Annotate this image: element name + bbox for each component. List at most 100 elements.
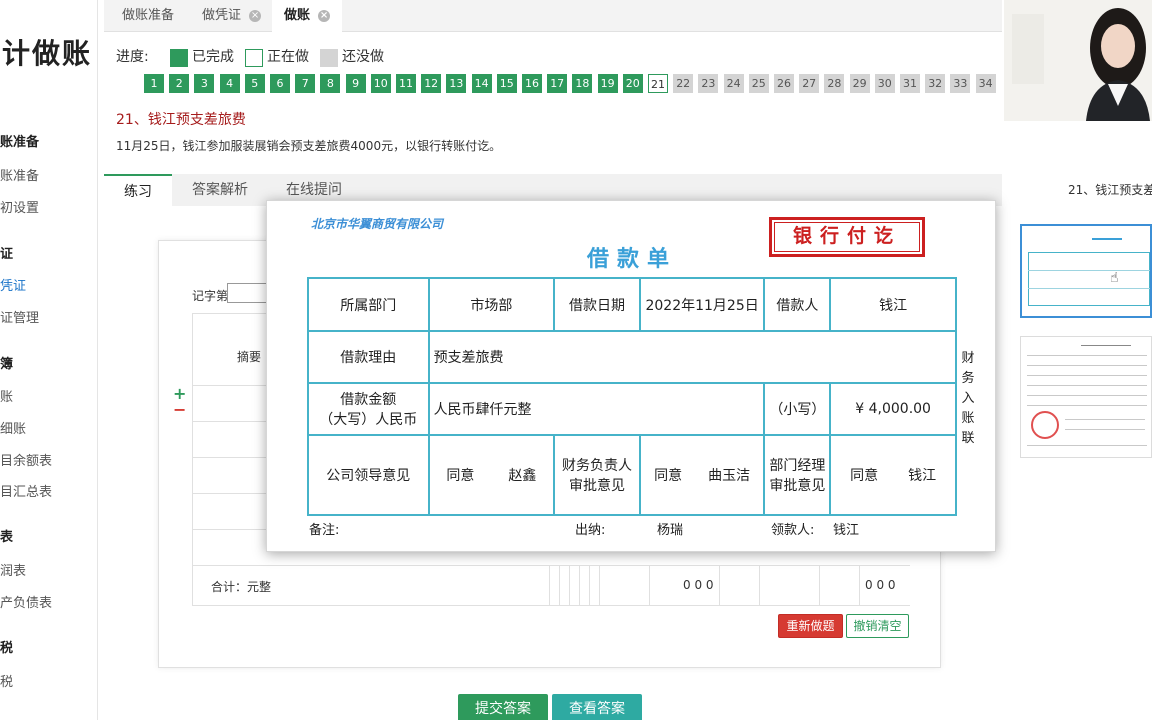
leader-name: 赵鑫: [508, 468, 537, 484]
legend-current: 正在做: [267, 49, 309, 65]
side-char: 财: [961, 351, 975, 366]
question-number-4[interactable]: 4: [219, 74, 240, 93]
thumb-table-line: [1028, 270, 1150, 271]
voucher-grid-line: [819, 565, 820, 605]
question-number-10[interactable]: 10: [370, 74, 391, 93]
question-number-19[interactable]: 19: [597, 74, 618, 93]
question-number-25[interactable]: 25: [748, 74, 769, 93]
question-number-20[interactable]: 20: [622, 74, 643, 93]
finance-copy-label: 财 务 入 账 联: [961, 349, 975, 449]
nav-item-initial-setup[interactable]: 初设置: [0, 197, 39, 216]
amount-upper-value: 人民币肆仟元整: [427, 382, 766, 436]
document-thumbnail-loan-slip[interactable]: ☝: [1020, 224, 1152, 318]
leader-label: 公司领导意见: [307, 434, 430, 516]
amount-small-label: （小写）: [763, 382, 832, 436]
question-number-7[interactable]: 7: [295, 74, 316, 93]
nav-group-tax: 税: [0, 641, 14, 656]
voucher-number-input[interactable]: [227, 283, 267, 303]
amount-label-line-1: 借款金额: [340, 392, 397, 408]
side-char: 联: [961, 431, 975, 446]
submit-answer-button[interactable]: 提交答案: [458, 694, 548, 720]
nav-item-income-statement[interactable]: 润表: [0, 560, 26, 579]
finance-label-line-1: 财务负责人: [561, 458, 632, 474]
question-number-8[interactable]: 8: [320, 74, 341, 93]
cashier-name: 杨瑞: [657, 523, 684, 538]
dept-value: 市场部: [427, 277, 556, 332]
red-seal-icon: [1031, 411, 1059, 439]
cashier-label: 出纳:: [575, 523, 606, 538]
nav-item-make-voucher[interactable]: 凭证: [0, 275, 26, 294]
thumb-table: [1028, 252, 1150, 306]
legend-todo-swatch: [320, 49, 338, 67]
question-number-2[interactable]: 2: [169, 74, 190, 93]
question-number-34[interactable]: 34: [975, 74, 996, 93]
question-number-27[interactable]: 27: [799, 74, 820, 93]
legend-current-swatch: [245, 49, 263, 67]
question-number-22[interactable]: 22: [673, 74, 694, 93]
legend-done-swatch: [170, 49, 188, 67]
debit-total: 0 0 0: [683, 578, 714, 592]
question-number-3[interactable]: 3: [194, 74, 215, 93]
thumb-table-line: [1028, 288, 1150, 289]
clear-button[interactable]: 撤销清空: [846, 614, 909, 638]
nav-item-subsidiary-ledger[interactable]: 细账: [0, 418, 26, 437]
question-number-26[interactable]: 26: [774, 74, 794, 93]
question-number-33[interactable]: 33: [950, 74, 971, 93]
add-row-icon[interactable]: +: [173, 386, 186, 402]
view-answer-button[interactable]: 查看答案: [552, 694, 642, 720]
voucher-grid-line: [569, 565, 570, 605]
nav-item-balance-sheet[interactable]: 产负债表: [0, 592, 52, 611]
tab-label: 做账准备: [122, 8, 175, 23]
question-number-16[interactable]: 16: [522, 74, 542, 93]
question-number-14[interactable]: 14: [471, 74, 492, 93]
finance-label: 财务负责人 审批意见: [553, 434, 641, 516]
hand-cursor-icon: ☝: [1110, 270, 1119, 286]
total-label: 合计：元整: [211, 580, 272, 594]
progress-label: 进度:: [116, 49, 149, 65]
nav-item-account-summary[interactable]: 目汇总表: [0, 481, 52, 500]
tab-bookkeeping[interactable]: 做账 ×: [272, 0, 343, 32]
question-number-6[interactable]: 6: [270, 74, 290, 93]
question-number-30[interactable]: 30: [874, 74, 895, 93]
voucher-grid-line: [759, 565, 760, 605]
tab-practice[interactable]: 练习: [104, 174, 172, 206]
question-number-17[interactable]: 17: [547, 74, 568, 93]
question-number-31[interactable]: 31: [900, 74, 920, 93]
question-number-24[interactable]: 24: [723, 74, 744, 93]
tab-account-prep[interactable]: 做账准备: [110, 0, 186, 32]
question-number-15[interactable]: 15: [496, 74, 517, 93]
nav-item-account-balance[interactable]: 目余额表: [0, 450, 52, 469]
nav-group-voucher: 证: [0, 247, 14, 262]
question-number-23[interactable]: 23: [698, 74, 719, 93]
question-number-1[interactable]: 1: [144, 74, 164, 93]
question-number-18[interactable]: 18: [572, 74, 593, 93]
question-number-13[interactable]: 13: [446, 74, 467, 93]
remove-row-icon[interactable]: −: [173, 402, 186, 418]
question-number-32[interactable]: 32: [925, 74, 946, 93]
document-thumbnail-bank-receipt[interactable]: [1020, 336, 1152, 458]
redo-button[interactable]: 重新做题: [778, 614, 843, 638]
close-icon[interactable]: ×: [249, 9, 262, 22]
question-number-11[interactable]: 11: [396, 74, 416, 93]
question-number-28[interactable]: 28: [824, 74, 845, 93]
tab-answer-analysis[interactable]: 答案解析: [172, 174, 268, 206]
question-number-21[interactable]: 21: [648, 74, 668, 93]
voucher-row-line: [192, 605, 910, 606]
question-number-9[interactable]: 9: [345, 74, 366, 93]
tab-make-voucher[interactable]: 做凭证 ×: [190, 0, 273, 32]
nav-item-general-ledger[interactable]: 账: [0, 386, 13, 405]
nav-item-voucher-management[interactable]: 证管理: [0, 307, 39, 326]
right-panel-title: 21、钱江预支差: [1068, 183, 1152, 197]
close-icon[interactable]: ×: [318, 9, 331, 22]
nav-item-account-prep[interactable]: 账准备: [0, 165, 39, 184]
question-number-5[interactable]: 5: [244, 74, 265, 93]
voucher-grid-line: [719, 565, 720, 605]
nav-item-tax[interactable]: 税: [0, 671, 13, 690]
voucher-grid-line: [559, 565, 560, 605]
amount-label-line-2: （大写）人民币: [319, 412, 418, 428]
question-number-12[interactable]: 12: [421, 74, 442, 93]
leader-approval: 同意 赵鑫: [427, 434, 556, 516]
voucher-word-label: 记字第: [192, 289, 229, 303]
question-number-29[interactable]: 29: [849, 74, 870, 93]
manager-opinion: 同意: [850, 468, 879, 484]
